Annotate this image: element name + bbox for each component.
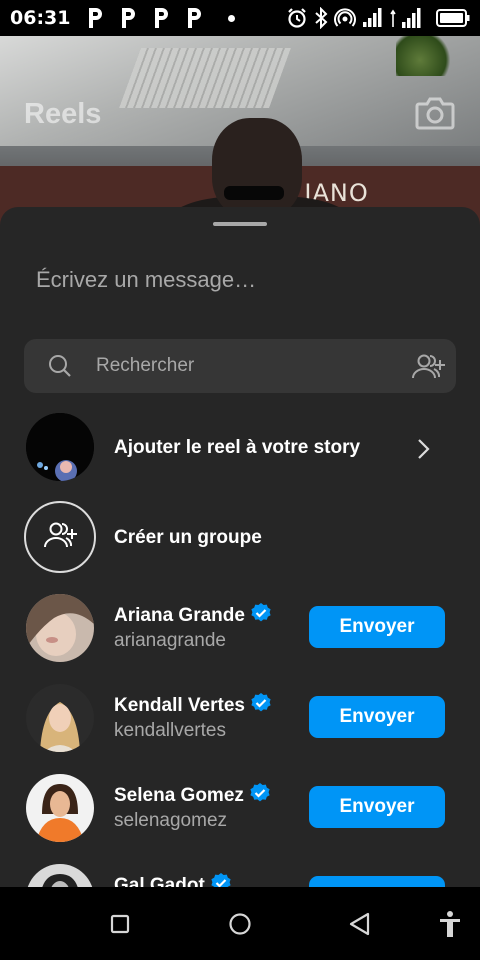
avatar — [26, 594, 94, 662]
recents-button-icon[interactable] — [102, 909, 138, 939]
signal-4g-icon — [390, 7, 430, 29]
search-input[interactable] — [96, 351, 396, 381]
send-button[interactable]: Envoyer — [309, 786, 445, 828]
camera-icon[interactable] — [415, 96, 455, 135]
add-people-icon[interactable] — [410, 352, 446, 385]
status-bar: 06:31 — [0, 0, 480, 36]
hotspot-icon — [334, 7, 356, 29]
contact-name: Ariana Grande — [114, 602, 272, 630]
contact-name: Gal Gadot — [114, 872, 232, 887]
add-group-icon — [42, 520, 78, 555]
alarm-icon — [286, 7, 308, 29]
contact-row[interactable]: Gal Gadot — [0, 862, 480, 887]
verified-badge-icon — [250, 602, 272, 630]
verified-badge-icon — [249, 782, 271, 810]
search-box[interactable] — [24, 339, 456, 393]
accessibility-icon[interactable] — [432, 909, 468, 939]
contact-name: Selena Gomez — [114, 782, 271, 810]
reel-plant — [396, 36, 456, 76]
contact-username: kendallvertes — [114, 720, 226, 741]
send-button[interactable] — [309, 876, 445, 887]
send-button[interactable]: Envoyer — [309, 696, 445, 738]
signal-icon — [362, 8, 384, 28]
reels-title: Reels — [24, 98, 102, 130]
verified-badge-icon — [210, 872, 232, 887]
add-to-story-label: Ajouter le reel à votre story — [114, 437, 361, 458]
avatar — [26, 684, 94, 752]
verified-badge-icon — [250, 692, 272, 720]
status-icons — [286, 6, 470, 30]
contact-username: selenagomez — [114, 810, 228, 831]
group-avatar — [24, 501, 96, 573]
message-input[interactable] — [36, 265, 446, 295]
reel-person-head — [212, 118, 302, 218]
contact-row[interactable]: Ariana Grande arianagrande Envoyer — [0, 592, 480, 672]
p-icon — [117, 7, 139, 29]
status-time: 06:31 — [10, 7, 71, 29]
p-icon — [183, 7, 205, 29]
search-icon — [48, 354, 72, 383]
p-icon — [84, 7, 106, 29]
contact-row[interactable]: Selena Gomez selenagomez Envoyer — [0, 772, 480, 852]
create-group-row[interactable]: Créer un groupe — [0, 497, 480, 577]
add-to-story-row[interactable]: Ajouter le reel à votre story — [0, 407, 480, 487]
avatar — [26, 774, 94, 842]
avatar — [26, 413, 94, 481]
share-sheet: Ajouter le reel à votre story Créer un g… — [0, 207, 480, 887]
create-group-label: Créer un groupe — [114, 527, 262, 548]
contact-name: Kendall Vertes — [114, 692, 272, 720]
reel-video-background: LIANO Reels — [0, 36, 480, 236]
reel-person-sunglasses — [224, 186, 284, 200]
avatar — [26, 864, 94, 887]
reel-vent — [119, 48, 291, 108]
send-button[interactable]: Envoyer — [309, 606, 445, 648]
system-nav-bar — [0, 887, 480, 960]
p-icon — [150, 7, 172, 29]
battery-icon — [436, 9, 470, 27]
chevron-right-icon[interactable] — [417, 438, 431, 465]
contact-username: arianagrande — [114, 630, 226, 651]
back-button-icon[interactable] — [342, 909, 378, 939]
home-button-icon[interactable] — [222, 909, 258, 939]
sheet-drag-handle[interactable] — [213, 222, 267, 226]
contact-row[interactable]: Kendall Vertes kendallvertes Envoyer — [0, 682, 480, 762]
more-notifications-dot — [228, 14, 236, 22]
bluetooth-icon — [314, 7, 328, 29]
